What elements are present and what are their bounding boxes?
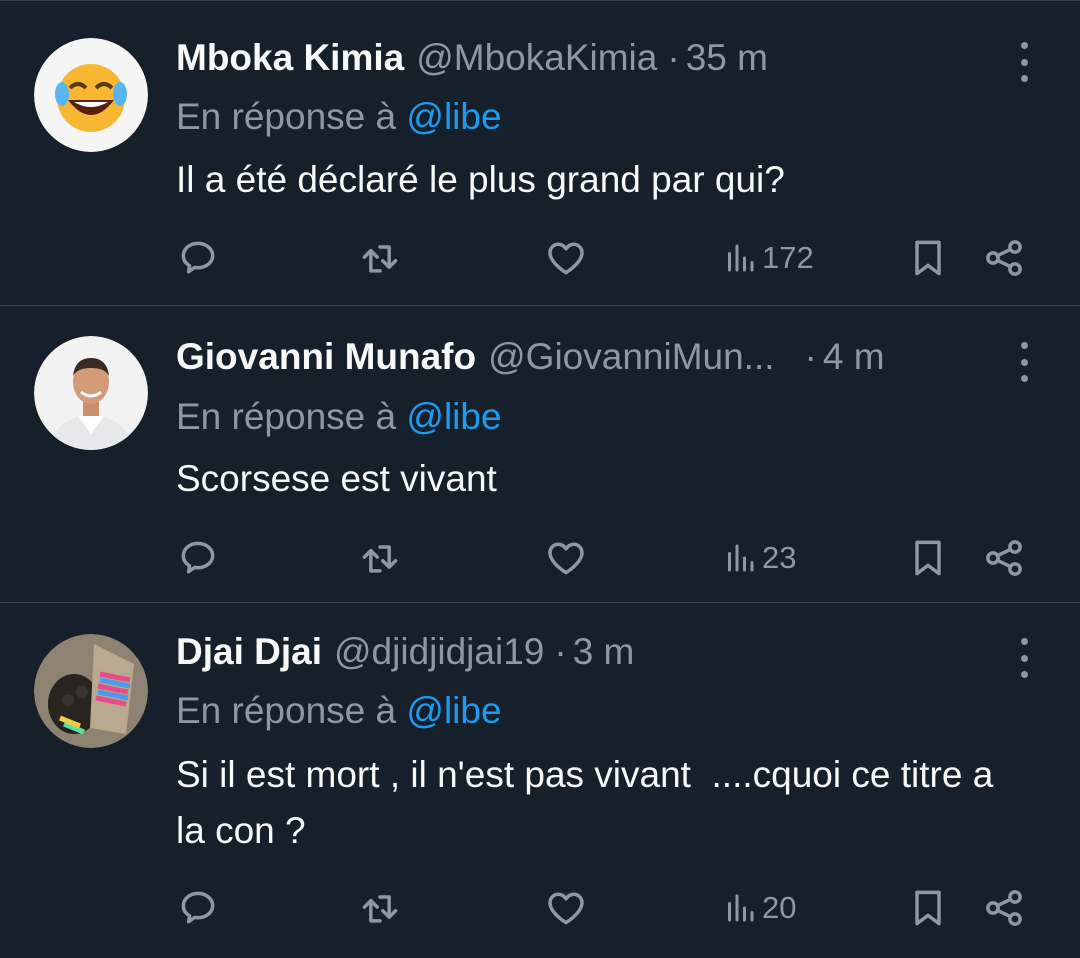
reply-icon <box>181 241 215 274</box>
views-count: 172 <box>762 240 814 275</box>
avatar[interactable] <box>34 38 148 152</box>
bookmark-icon <box>915 890 941 926</box>
tweet[interactable]: Mboka Kimia @MbokaKimia · 35 m En répons… <box>0 0 1080 306</box>
retweet-icon <box>362 895 398 923</box>
separator: · <box>554 631 567 672</box>
timestamp[interactable]: 4 m <box>823 336 885 378</box>
views-count: 20 <box>762 890 797 925</box>
reply-mention[interactable]: @libe <box>406 96 501 137</box>
action-bar: 172 <box>0 233 1080 283</box>
reply-icon <box>181 891 215 924</box>
share-button[interactable] <box>982 883 1026 933</box>
retweet-button[interactable] <box>358 533 402 583</box>
more-icon[interactable] <box>1012 638 1036 678</box>
like-button[interactable] <box>544 233 588 283</box>
bookmark-button[interactable] <box>906 533 950 583</box>
timestamp[interactable]: 35 m <box>686 37 768 79</box>
user-handle[interactable]: @GiovanniMun... <box>488 336 774 378</box>
heart-icon <box>548 542 584 575</box>
user-handle[interactable]: @djidjidjai19 <box>334 631 544 673</box>
views-button[interactable]: 20 <box>722 883 796 933</box>
tweet-text: Scorsese est vivant <box>176 458 497 499</box>
views-count: 23 <box>762 540 797 575</box>
reply-mention[interactable]: @libe <box>406 690 501 731</box>
reply-context: En réponse à @libe <box>176 96 502 138</box>
tweet-header: Giovanni Munafo @GiovanniMun... · 4 m <box>176 333 1010 381</box>
views-icon <box>728 244 754 272</box>
reply-button[interactable] <box>176 533 220 583</box>
more-icon[interactable] <box>1012 42 1036 82</box>
reply-icon <box>181 541 215 574</box>
bookmark-button[interactable] <box>906 883 950 933</box>
avatar[interactable] <box>34 634 148 748</box>
action-bar: 20 <box>0 883 1080 933</box>
retweet-button[interactable] <box>358 233 402 283</box>
heart-icon <box>548 892 584 925</box>
like-button[interactable] <box>544 533 588 583</box>
action-bar: 23 <box>0 533 1080 583</box>
separator: · <box>667 37 680 78</box>
tweet-header: Mboka Kimia @MbokaKimia · 35 m <box>176 34 1010 82</box>
separator: · <box>804 336 817 377</box>
timestamp[interactable]: 3 m <box>573 631 635 673</box>
like-button[interactable] <box>544 883 588 933</box>
tweet[interactable]: Giovanni Munafo @GiovanniMun... · 4 m En… <box>0 306 1080 603</box>
retweet-icon <box>362 245 398 273</box>
avatar[interactable] <box>34 336 148 450</box>
bookmark-icon <box>915 240 941 276</box>
reply-button[interactable] <box>176 883 220 933</box>
share-icon <box>986 890 1022 926</box>
share-button[interactable] <box>982 233 1026 283</box>
reply-prefix: En réponse à <box>176 690 397 731</box>
tweet[interactable]: Djai Djai @djidjidjai19 · 3 m En réponse… <box>0 603 1080 958</box>
views-button[interactable]: 23 <box>722 533 796 583</box>
views-icon <box>728 544 754 572</box>
tweet-text: Il a été déclaré le plus grand par qui? <box>176 159 785 200</box>
reply-context: En réponse à @libe <box>176 690 502 732</box>
display-name[interactable]: Giovanni Munafo <box>176 336 476 378</box>
share-button[interactable] <box>982 533 1026 583</box>
reply-button[interactable] <box>176 233 220 283</box>
bookmark-icon <box>915 540 941 576</box>
display-name[interactable]: Mboka Kimia <box>176 37 404 79</box>
views-button[interactable]: 172 <box>722 233 814 283</box>
retweet-button[interactable] <box>358 883 402 933</box>
share-icon <box>986 240 1022 276</box>
bookmark-button[interactable] <box>906 233 950 283</box>
heart-icon <box>548 242 584 275</box>
reply-mention[interactable]: @libe <box>406 396 501 437</box>
user-handle[interactable]: @MbokaKimia <box>416 37 657 79</box>
retweet-icon <box>362 545 398 573</box>
reply-prefix: En réponse à <box>176 396 397 437</box>
more-icon[interactable] <box>1012 342 1036 382</box>
reply-timeline: Mboka Kimia @MbokaKimia · 35 m En répons… <box>0 0 1080 958</box>
reply-prefix: En réponse à <box>176 96 397 137</box>
views-icon <box>728 894 754 922</box>
reply-context: En réponse à @libe <box>176 396 502 438</box>
tweet-text: Si il est mort , il n'est pas vivant ...… <box>176 754 1004 851</box>
display-name[interactable]: Djai Djai <box>176 631 322 673</box>
share-icon <box>986 540 1022 576</box>
tweet-header: Djai Djai @djidjidjai19 · 3 m <box>176 628 1010 676</box>
